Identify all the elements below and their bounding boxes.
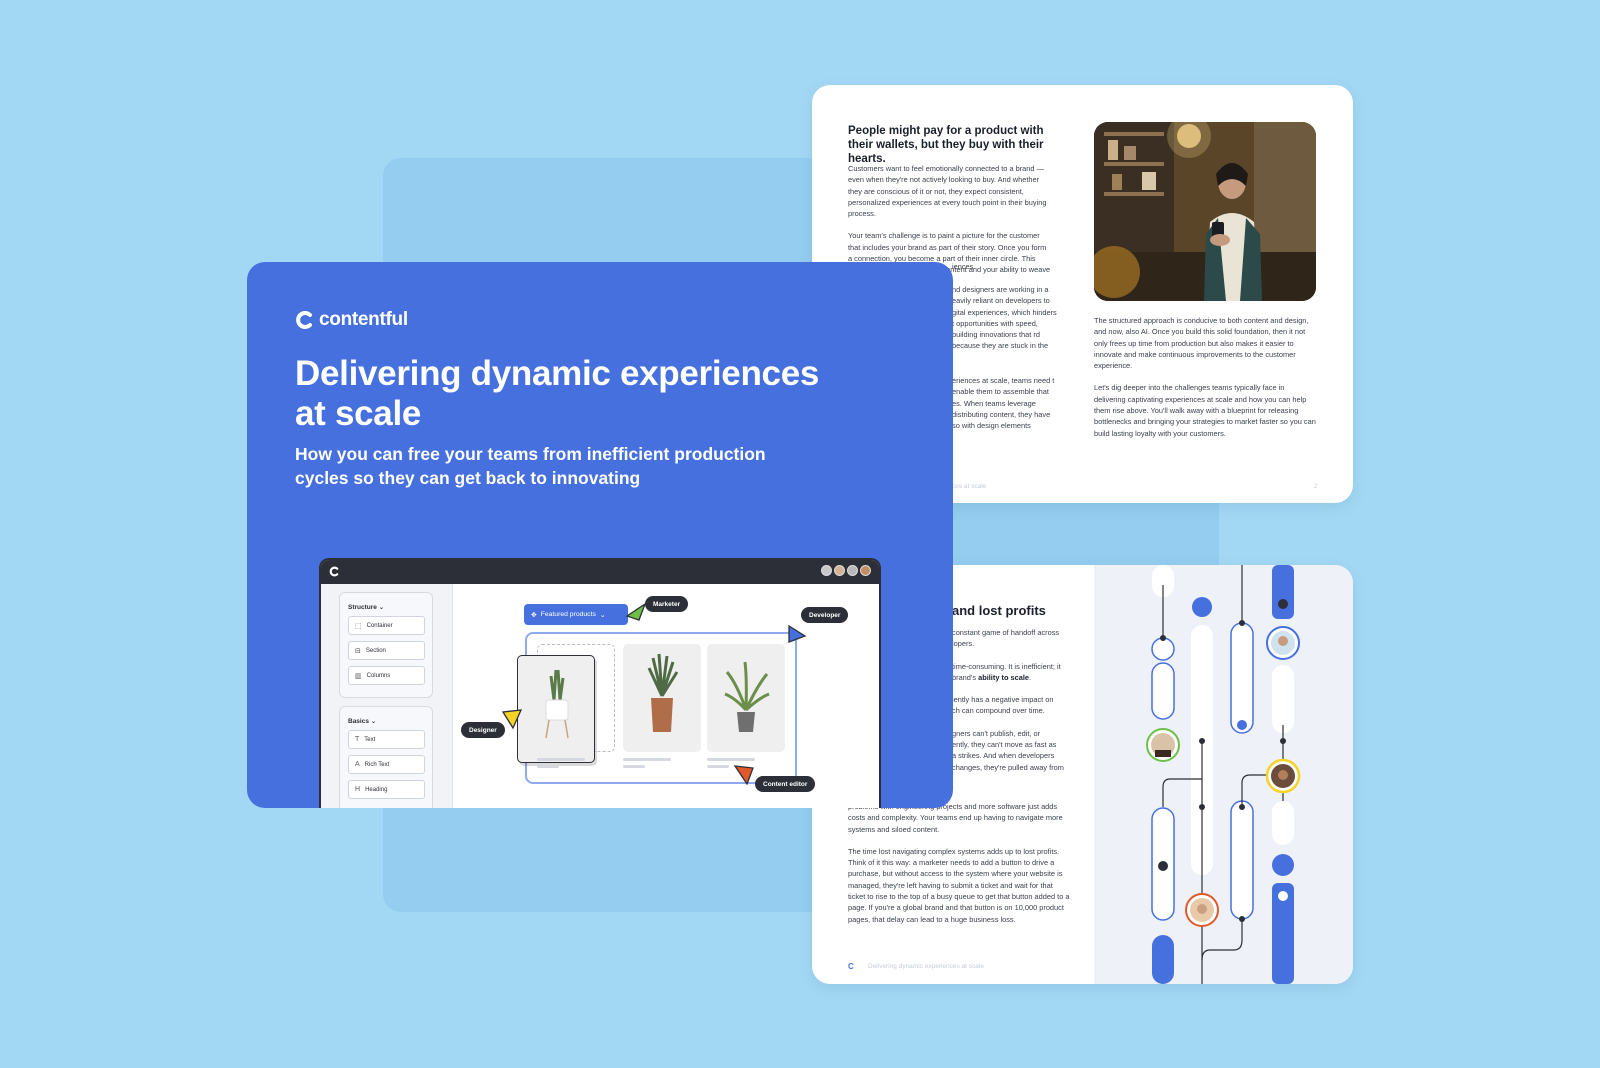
avatar — [834, 565, 845, 576]
placeholder-line — [623, 758, 671, 761]
app-logo-icon — [329, 566, 339, 577]
page2-body: problems with engineering projects and m… — [848, 801, 1072, 936]
columns-item[interactable]: ▥ Columns — [348, 666, 425, 685]
placeholder-line — [623, 765, 645, 768]
avatar — [821, 565, 832, 576]
app-title-bar — [321, 560, 879, 584]
avatar — [860, 565, 871, 576]
text-fragment: ch can compound over time. — [952, 706, 1045, 716]
avatar — [847, 565, 858, 576]
page1-paragraph-fragment: nd designers are working in a eavily rel… — [952, 285, 1057, 351]
placeholder-line — [537, 765, 559, 768]
basics-group: Basics ⌄ T Text A Rich Text H Heading — [339, 706, 433, 808]
ebook-cover: contentful Delivering dynamic experience… — [247, 262, 953, 808]
text-fragment: constant game of handoff across — [952, 628, 1060, 637]
text-fragment: gners can't publish, edit, or — [952, 728, 1041, 738]
heading-item[interactable]: H Heading — [348, 780, 425, 799]
content-editor-tag: Content editor — [755, 776, 816, 792]
app-mockup: Structure ⌄ ⬚ Container ⊟ Section ▥ Columns… — [319, 558, 881, 808]
contentful-logo-icon — [296, 311, 312, 329]
page1-footer: ces at scale — [952, 483, 987, 490]
page1-paragraph-fragment: eriences at scale, teams need t enable t… — [952, 376, 1055, 431]
brand-name: contentful — [319, 309, 408, 330]
marketer-cursor-icon — [625, 602, 647, 621]
page2-fragments: constant game of handoff across lopers. … — [952, 627, 1082, 773]
rich-text-item[interactable]: A Rich Text — [348, 755, 425, 774]
placeholder-line — [707, 758, 755, 761]
text-fragment: lopers. — [952, 639, 975, 649]
developer-cursor-icon — [788, 624, 807, 643]
component-icon: ✥ — [531, 611, 537, 619]
placeholder-line — [707, 765, 729, 768]
woman-with-phone-photo — [1094, 122, 1316, 301]
marketer-tag: Marketer — [645, 596, 689, 612]
developer-tag: Developer — [801, 607, 849, 623]
basics-heading[interactable]: Basics ⌄ — [348, 717, 376, 725]
page1-paragraph: Customers want to feel emotionally conne… — [848, 164, 1047, 219]
container-icon: ⬚ — [355, 622, 362, 630]
page1-fragment: iences. — [952, 262, 976, 271]
heading-icon: H — [355, 786, 361, 793]
workflow-illustration — [1094, 565, 1353, 984]
rich-text-icon: A — [355, 761, 360, 768]
text-fragment: brand's — [952, 672, 977, 682]
product-card-dragged[interactable] — [517, 655, 595, 763]
text-emphasis: ability to scale — [978, 672, 1030, 682]
page2-paragraph: The time lost navigating complex systems… — [848, 846, 1070, 924]
product-card[interactable] — [707, 644, 785, 752]
page2-heading: and lost profits — [952, 603, 1046, 618]
contentful-small-logo: C — [848, 962, 854, 971]
columns-icon: ▥ — [355, 672, 362, 680]
component-sidebar: Structure ⌄ ⬚ Container ⊟ Section ▥ Columns… — [321, 584, 453, 808]
page1-paragraph: The structured approach is conducive to … — [1094, 316, 1309, 371]
container-item[interactable]: ⬚ Container — [348, 616, 425, 635]
text-fragment: a strikes. And when developers — [952, 751, 1055, 761]
text-item[interactable]: T Text — [348, 730, 425, 749]
content-editor-cursor-icon — [733, 765, 754, 786]
text-fragment: time-consuming. It is inefficient; it — [952, 661, 1061, 671]
page-number: 2 — [1314, 483, 1318, 490]
text-fragment: iently has a negative impact on — [952, 695, 1054, 705]
chevron-down-icon: ⌄ — [599, 611, 606, 619]
page2-footer: Delivering dynamic experiences at scale — [868, 963, 984, 970]
cover-subtitle: How you can free your teams from ineffic… — [295, 444, 766, 488]
section-item[interactable]: ⊟ Section — [348, 641, 425, 660]
contentful-logo: contentful — [295, 309, 408, 331]
designer-tag: Designer — [461, 722, 505, 738]
featured-products-component[interactable]: ✥ Featured products ⌄ — [524, 604, 628, 625]
structure-heading[interactable]: Structure ⌄ — [348, 603, 384, 611]
section-icon: ⊟ — [355, 647, 361, 655]
text-fragment: ently, they can't move as fast as — [952, 740, 1057, 750]
product-card[interactable] — [623, 644, 701, 752]
text-fragment: changes, they're pulled away from — [952, 762, 1064, 772]
page1-heading: People might pay for a product with thei… — [848, 125, 1044, 165]
page1-right-column: The structured approach is conducive to … — [1094, 315, 1316, 450]
text-icon: T — [355, 736, 360, 743]
structure-group: Structure ⌄ ⬚ Container ⊟ Section ▥ Columns — [339, 592, 433, 698]
placeholder-line — [537, 758, 585, 761]
page1-paragraph: Let's dig deeper into the challenges tea… — [1094, 383, 1316, 438]
cover-title: Delivering dynamic experiences at scale — [295, 354, 820, 433]
